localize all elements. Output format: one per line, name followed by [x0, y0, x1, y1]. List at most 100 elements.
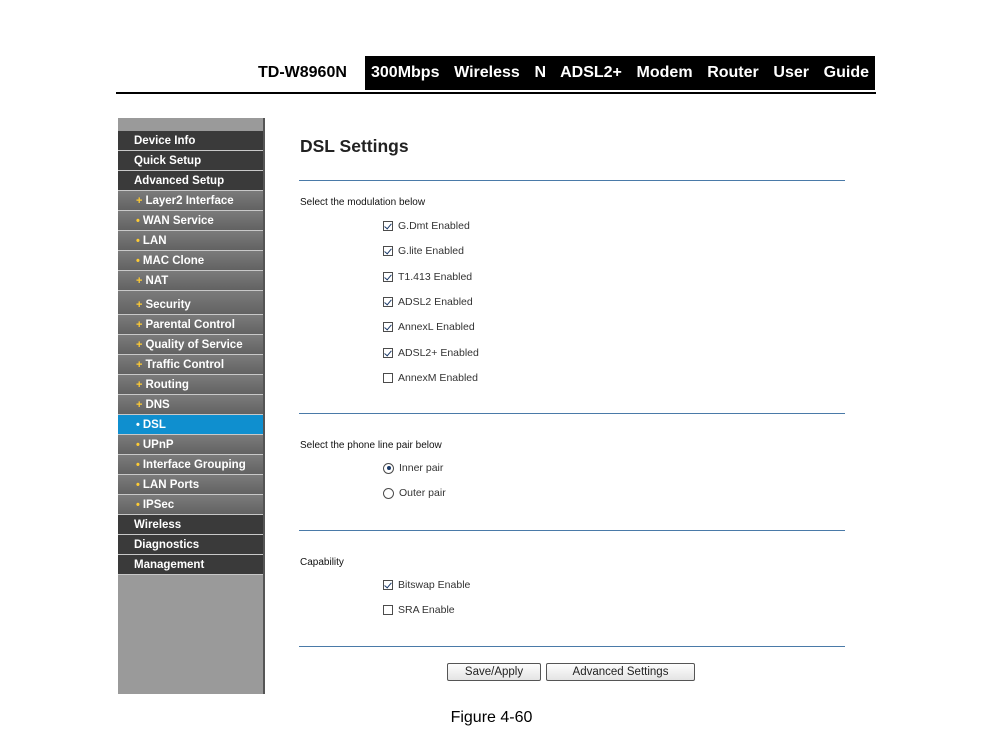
sidebar-item-label: Routing	[145, 378, 189, 391]
sidebar-menu-list: Device Info Quick Setup Advanced Setup + Lay…	[118, 131, 263, 575]
t1-413-enabled-checkbox[interactable]	[383, 271, 393, 282]
expand-bullet-icon: +	[136, 318, 143, 331]
option-label: AnnexL Enabled	[398, 321, 475, 334]
adsl2-enabled-checkbox[interactable]	[383, 347, 393, 358]
option-inner-pair: Inner pair	[383, 462, 443, 474]
g-dmt-enabled-checkbox[interactable]	[383, 221, 393, 231]
save-apply-button[interactable]: Save/Apply	[447, 663, 541, 681]
sidebar-item-management[interactable]: Management	[118, 555, 263, 575]
section-divider	[299, 180, 845, 181]
option-bitswap-enable: Bitswap Enable	[383, 579, 470, 591]
sidebar-item-label: LAN	[142, 234, 167, 247]
sidebar-item-label: DNS	[145, 398, 170, 411]
annexl-enabled-checkbox[interactable]	[383, 322, 393, 333]
option-annexm-enabled: AnnexM Enabled	[383, 372, 478, 384]
sidebar-item-mac-clone[interactable]: • MAC Clone	[118, 251, 263, 271]
sidebar-item-upnp[interactable]: • UPnP	[118, 435, 263, 455]
expand-bullet-icon: +	[136, 274, 143, 287]
adsl2-enabled-checkbox[interactable]	[383, 296, 393, 307]
sidebar-item-wireless[interactable]: Wireless	[118, 515, 263, 535]
option-g-lite-enabled: G.lite Enabled	[383, 245, 464, 257]
dot-bullet-icon: •	[136, 498, 140, 511]
sidebar-item-layer2-interface[interactable]: + Layer2 Interface	[118, 191, 263, 211]
sidebar-item-label: DSL	[142, 418, 166, 431]
sidebar-item-lan-ports[interactable]: • LAN Ports	[118, 475, 263, 495]
dot-bullet-icon: •	[136, 478, 140, 491]
option-label: Inner pair	[399, 462, 444, 474]
sidebar-item-ipsec[interactable]: • IPSec	[118, 495, 263, 515]
expand-bullet-icon: +	[136, 298, 143, 311]
sra-enable-checkbox[interactable]	[383, 605, 393, 616]
g-lite-enabled-checkbox[interactable]	[383, 246, 393, 257]
option-label: Bitswap Enable	[398, 579, 471, 591]
dot-bullet-icon: •	[136, 254, 140, 267]
dot-bullet-icon: •	[136, 438, 140, 451]
sidebar-top-gap	[118, 118, 263, 131]
guide-title: 300Mbps Wireless N ADSL2+ Modem Router U…	[371, 64, 869, 81]
sidebar-item-traffic-control[interactable]: + Traffic Control	[118, 355, 263, 375]
section-divider	[299, 530, 845, 531]
guide-title-banner: 300Mbps Wireless N ADSL2+ Modem Router U…	[365, 56, 875, 90]
sidebar-item-label: Traffic Control	[145, 358, 225, 371]
bitswap-enable-checkbox[interactable]	[383, 580, 393, 590]
sidebar-item-quick-setup[interactable]: Quick Setup	[118, 151, 263, 171]
router-ui-screenshot: Device Info Quick Setup Advanced Setup + Lay…	[118, 118, 873, 694]
sidebar-item-dns[interactable]: + DNS	[118, 395, 263, 415]
sidebar-item-label: Advanced Setup	[134, 174, 225, 187]
figure-caption: Figure 4-60	[450, 709, 533, 726]
option-label: G.lite Enabled	[398, 245, 464, 258]
sidebar-item-device-info[interactable]: Device Info	[118, 131, 263, 151]
modulation-label: Select the modulation below	[300, 197, 426, 208]
option-label: G.Dmt Enabled	[398, 220, 470, 232]
option-label: T1.413 Enabled	[398, 270, 473, 283]
sidebar-item-dsl[interactable]: • DSL	[118, 415, 263, 435]
sidebar-item-lan[interactable]: • LAN	[118, 231, 263, 251]
sidebar-item-label: Parental Control	[145, 318, 235, 331]
option-sra-enable: SRA Enable	[383, 604, 455, 616]
expand-bullet-icon: +	[136, 378, 143, 391]
dot-bullet-icon: •	[136, 234, 140, 247]
sidebar-item-label: Wireless	[134, 518, 182, 531]
dot-bullet-icon: •	[136, 214, 140, 227]
header-divider	[116, 92, 876, 94]
outer-pair-radio[interactable]	[383, 487, 394, 499]
sidebar-item-label: Quick Setup	[134, 154, 202, 167]
sidebar-item-label: Interface Grouping	[142, 458, 246, 471]
expand-bullet-icon: +	[136, 358, 143, 371]
sidebar-item-parental-control[interactable]: + Parental Control	[118, 315, 263, 335]
annexm-enabled-checkbox[interactable]	[383, 372, 393, 383]
option-adsl2-enabled: ADSL2+ Enabled	[383, 347, 479, 359]
option-label: AnnexM Enabled	[398, 371, 478, 384]
sidebar-item-wan-service[interactable]: • WAN Service	[118, 211, 263, 231]
sidebar-item-label: IPSec	[142, 498, 175, 511]
option-label: SRA Enable	[398, 604, 455, 617]
model-name: TD-W8960N	[258, 64, 347, 81]
capability-label: Capability	[300, 557, 344, 568]
sidebar-item-label: Device Info	[134, 134, 196, 147]
inner-pair-radio[interactable]	[383, 462, 394, 474]
advanced-settings-button[interactable]: Advanced Settings	[546, 663, 695, 681]
sidebar-item-label: Security	[145, 298, 191, 311]
sidebar-item-security[interactable]: + Security	[118, 291, 263, 315]
option-label: ADSL2 Enabled	[398, 295, 473, 308]
content-panel: DSL Settings Select the modulation below…	[265, 118, 873, 694]
sidebar-item-label: UPnP	[142, 438, 174, 451]
sidebar-item-nat[interactable]: + NAT	[118, 271, 263, 291]
option-outer-pair: Outer pair	[383, 487, 446, 499]
section-divider	[299, 646, 845, 647]
sidebar-item-label: NAT	[145, 274, 169, 287]
sidebar-item-interface-grouping[interactable]: • Interface Grouping	[118, 455, 263, 475]
sidebar-item-quality-of-service[interactable]: + Quality of Service	[118, 335, 263, 355]
option-label: Outer pair	[399, 487, 446, 500]
option-adsl2-enabled: ADSL2 Enabled	[383, 296, 473, 308]
sidebar-item-advanced-setup[interactable]: Advanced Setup	[118, 171, 263, 191]
dot-bullet-icon: •	[136, 458, 140, 471]
sidebar-item-routing[interactable]: + Routing	[118, 375, 263, 395]
phone-pair-label: Select the phone line pair below	[300, 440, 442, 451]
sidebar-item-label: MAC Clone	[142, 254, 205, 267]
sidebar-item-label: Quality of Service	[145, 338, 243, 351]
expand-bullet-icon: +	[136, 398, 143, 411]
option-t1-413-enabled: T1.413 Enabled	[383, 271, 472, 283]
sidebar-item-diagnostics[interactable]: Diagnostics	[118, 535, 263, 555]
option-annexl-enabled: AnnexL Enabled	[383, 321, 475, 333]
